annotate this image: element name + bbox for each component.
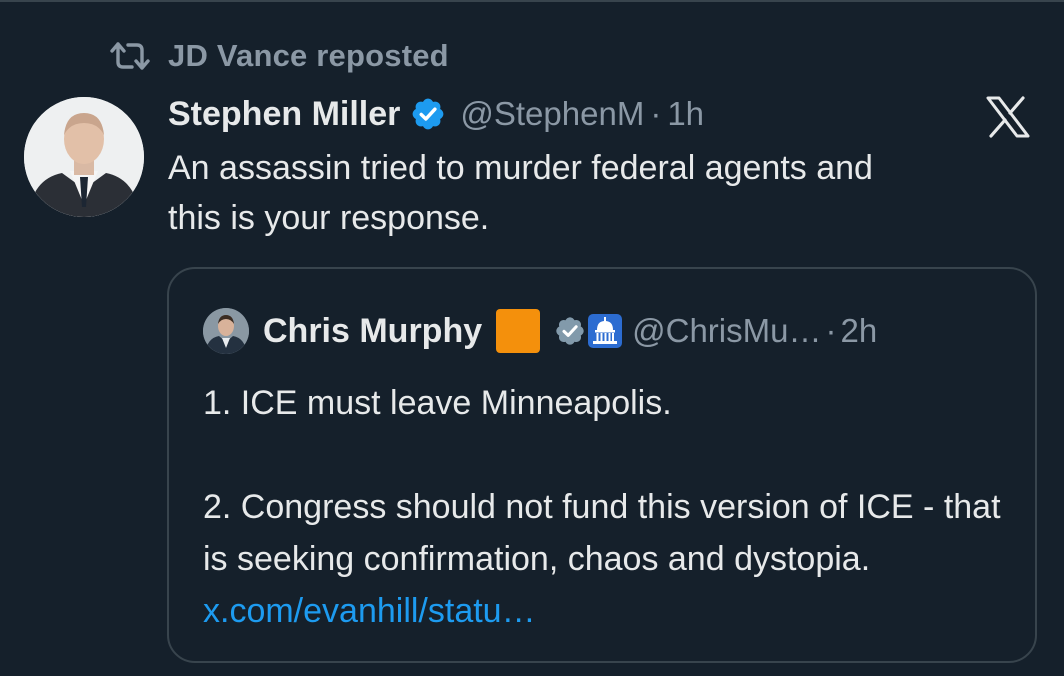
quoted-timestamp[interactable]: 2h — [840, 312, 877, 350]
separator-dot: · — [650, 95, 662, 132]
quoted-separator-dot: · — [825, 312, 837, 349]
quoted-paragraph-2-text: 2. Congress should not fund this version… — [203, 488, 1001, 578]
gray-verified-icon[interactable] — [554, 315, 586, 347]
repost-icon — [110, 42, 150, 70]
quoted-paragraph-1: 1. ICE must leave Minneapolis. — [203, 384, 672, 422]
quoted-tweet-header: Chris Murphy @ChrisMu… · 2h — [203, 308, 877, 354]
top-divider — [0, 0, 1064, 2]
x-logo-icon — [985, 96, 1031, 138]
tweet-text: An assassin tried to murder federal agen… — [168, 149, 873, 237]
repost-label: JD Vance reposted — [168, 38, 449, 73]
quoted-author-name[interactable]: Chris Murphy — [263, 312, 482, 351]
author-name[interactable]: Stephen Miller — [168, 95, 400, 134]
capitol-icon — [588, 314, 623, 348]
orange-square-icon — [496, 309, 541, 353]
repost-context[interactable]: JD Vance reposted — [108, 36, 449, 76]
tweet-header: Stephen Miller @StephenM · 1h — [168, 92, 704, 136]
author-handle[interactable]: @StephenM — [460, 95, 644, 133]
quoted-tweet-text: 1. ICE must leave Minneapolis. 2. Congre… — [203, 377, 1003, 637]
verified-icon[interactable] — [410, 96, 446, 132]
quoted-link[interactable]: x.com/evanhill/statu… — [203, 592, 536, 630]
timestamp[interactable]: 1h — [667, 95, 704, 133]
quoted-tweet-card[interactable]: Chris Murphy @ChrisMu… · 2h 1. ICE must … — [167, 267, 1037, 663]
quoted-author-avatar[interactable] — [203, 308, 249, 354]
quoted-author-handle[interactable]: @ChrisMu… — [632, 312, 821, 350]
quoted-paragraph-2: 2. Congress should not fund this version… — [203, 481, 1003, 637]
author-avatar[interactable] — [24, 97, 144, 217]
